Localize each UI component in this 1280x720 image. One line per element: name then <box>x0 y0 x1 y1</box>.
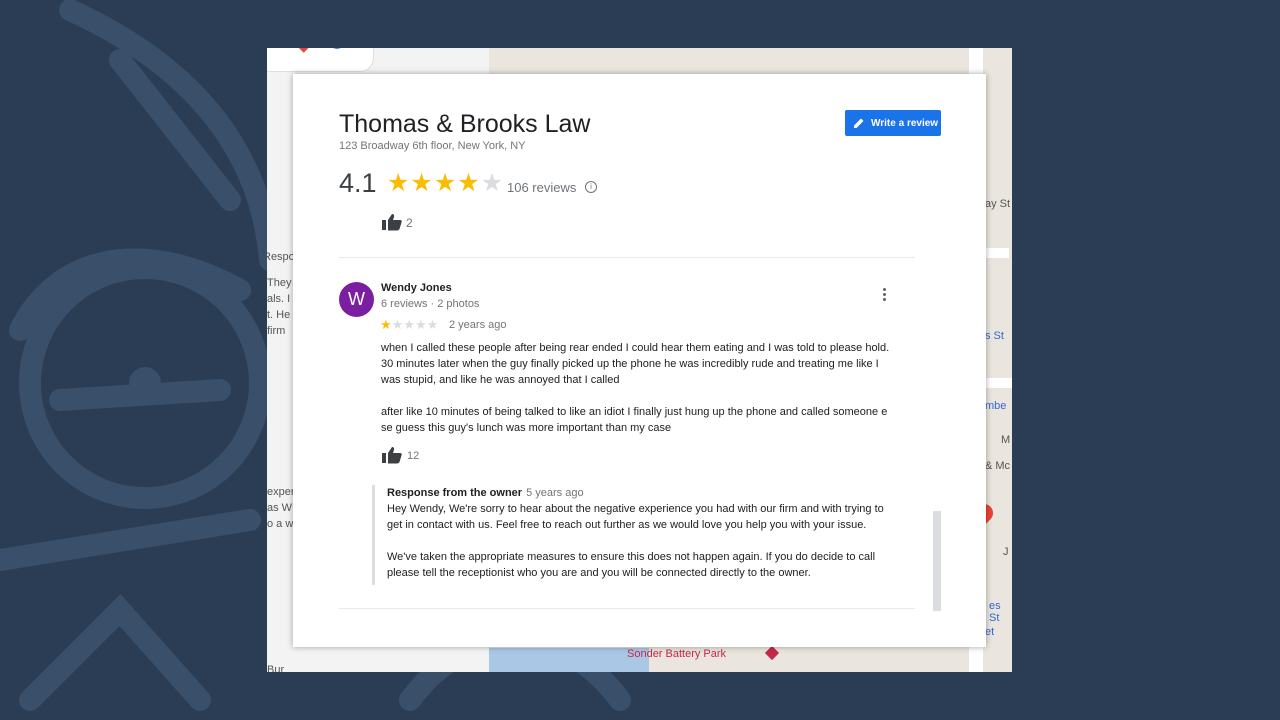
reviewer-name[interactable]: Wendy Jones <box>381 282 452 294</box>
map-street-label: & Mc <box>985 460 1011 472</box>
poi-label[interactable]: Sonder Battery Park <box>627 648 726 660</box>
map-street-label: et <box>985 626 995 638</box>
review-stars: ★ ★ ★ ★ ★ <box>380 318 438 332</box>
review-text-line: after like 10 minutes of being talked to… <box>381 406 888 418</box>
business-address: 123 Broadway 6th floor, New York, NY <box>339 140 526 152</box>
owner-response: Response from the owner 5 years ago Hey W… <box>372 485 912 585</box>
like-count: 2 <box>406 216 413 230</box>
reviewer-meta: 6 reviews · 2 photos <box>381 298 480 310</box>
review-text-line: se guess this guy's lunch was more impor… <box>381 422 672 434</box>
panel-snippet: als. I <box>267 293 291 305</box>
more-options-icon[interactable] <box>883 288 887 303</box>
map-street-label: es St <box>989 600 1001 624</box>
star-icon: ★ <box>414 317 427 332</box>
panel-snippet: o a w <box>267 518 294 530</box>
maps-search-bar[interactable] <box>267 48 374 72</box>
thumbs-up-icon[interactable] <box>381 446 403 464</box>
thumbs-up-icon[interactable] <box>381 213 403 231</box>
map-street-label: M <box>1001 434 1011 446</box>
star-icon: ★ <box>426 317 439 332</box>
panel-snippet: exper <box>267 486 295 498</box>
avatar[interactable]: W <box>339 282 374 317</box>
star-icon: ★ <box>380 317 392 332</box>
star-icon: ★ <box>410 169 433 197</box>
star-icon: ★ <box>391 317 404 332</box>
panel-snippet: as W <box>267 502 293 514</box>
map-street-label: mbe <box>985 400 1007 412</box>
pencil-icon <box>854 118 864 128</box>
owner-response-label: Response from the owner <box>387 487 523 499</box>
directions-pin-icon[interactable] <box>295 48 311 53</box>
star-icon: ★ <box>457 169 480 197</box>
divider <box>339 257 915 258</box>
review-time: 2 years ago <box>449 319 507 331</box>
review-count-link[interactable]: 106 reviews <box>507 180 576 195</box>
scrollbar[interactable] <box>933 511 941 611</box>
star-icon: ★ <box>433 169 457 197</box>
map-street-label: Bur <box>267 664 285 672</box>
info-icon[interactable]: i <box>585 181 597 193</box>
map-street-label: J <box>1003 546 1009 558</box>
search-icon[interactable] <box>330 48 344 49</box>
owner-response-time: 5 years ago <box>526 487 584 499</box>
write-review-label: Write a review <box>871 117 939 129</box>
like-count: 12 <box>407 450 420 462</box>
review-text-line: 30 minutes later when the guy finally pi… <box>381 358 879 370</box>
panel-snippet: firm <box>267 325 286 337</box>
divider <box>339 608 915 609</box>
owner-response-line: get in contact with us. Feel free to rea… <box>387 519 867 531</box>
review-text-line: when I called these people after being r… <box>381 342 890 354</box>
star-icon: ★ <box>387 169 410 197</box>
average-stars: ★ ★ ★ ★ ★ <box>387 171 503 196</box>
average-rating: 4.1 <box>339 168 377 198</box>
business-name: Thomas & Brooks Law <box>339 110 591 138</box>
owner-response-line: Hey Wendy, We're sorry to hear about the… <box>387 503 884 515</box>
panel-snippet: Respo <box>267 251 295 263</box>
map-street-label: ay St <box>985 198 1011 210</box>
map-water <box>489 648 649 672</box>
star-icon: ★ <box>403 317 415 332</box>
reviews-dialog: Thomas & Brooks Law 123 Broadway 6th flo… <box>293 74 986 647</box>
owner-response-line: please tell the receptionist who you are… <box>387 567 811 579</box>
owner-response-line: We've taken the appropriate measures to … <box>387 551 876 563</box>
write-review-button[interactable]: Write a review <box>845 110 941 136</box>
map-street-label: s St <box>985 330 1004 342</box>
review-text-line: was stupid, and like he was annoyed that… <box>381 374 620 386</box>
star-icon: ★ <box>480 169 504 197</box>
